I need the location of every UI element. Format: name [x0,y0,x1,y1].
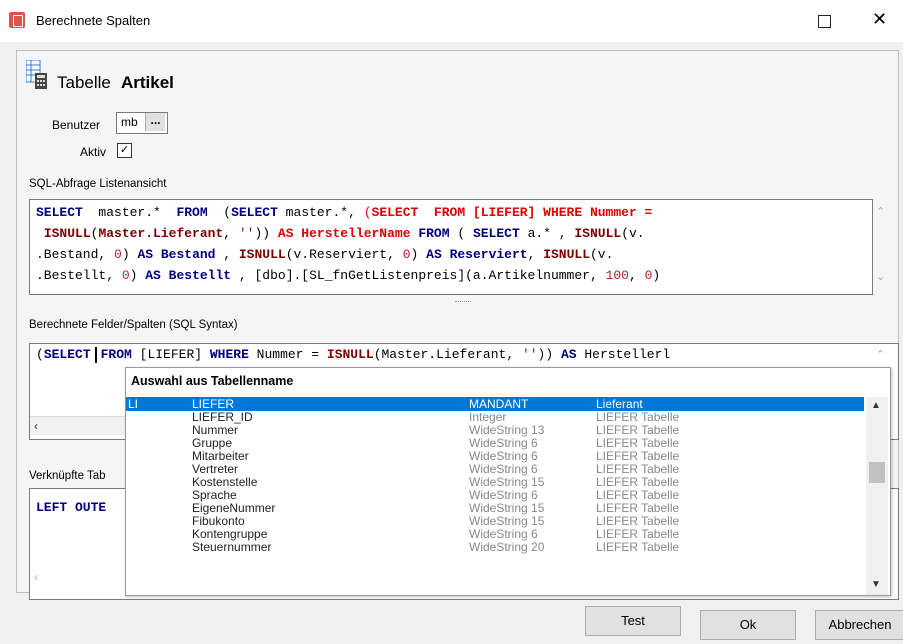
text-caret [94,346,97,363]
aktiv-checkbox[interactable]: ✓ [117,143,132,158]
table-grid-icon [26,60,47,89]
scroll-down-arrow-icon[interactable]: ⌄ [876,270,885,283]
aktiv-label: Aktiv [80,145,107,159]
scroll-left-arrow-icon[interactable]: ‹ [34,419,38,433]
autocomplete-popup: Auswahl aus Tabellenname LI LIEFER MANDANT… [125,367,891,596]
sql-line-4: .Bestellt, 0) AS Bestellt , [dbo].[SL_fn… [36,268,661,283]
sql-line-1: SELECT master.* FROM (SELECT master.*, (… [36,205,653,220]
scroll-up-arrow-icon[interactable]: ⌃ [876,205,885,218]
benutzer-browse-button[interactable]: ... [145,113,165,131]
table-label: Tabelle [57,73,111,92]
window-title: Berechnete Spalten [36,13,151,28]
app-icon [9,12,25,28]
popup-title: Auswahl aus Tabellenname [131,374,294,388]
cancel-button[interactable]: Abbrechen [815,610,903,640]
maximize-icon[interactable] [818,15,831,28]
benutzer-label: Benutzer [52,118,101,132]
scrollbar-thumb[interactable] [869,462,885,483]
fields-hscrollbar[interactable]: ‹ [30,416,126,435]
benutzer-value: mb [121,115,138,129]
popup-list: LI LIEFER MANDANT Lieferant LIEFER_ID Intege… [126,397,864,595]
sql-list-editor[interactable]: SELECT master.* FROM (SELECT master.*, (… [29,199,873,295]
close-icon[interactable]: ✕ [872,9,887,30]
sql-list-label: SQL-Abfrage Listenansicht [29,178,167,190]
table-name: Artikel [121,73,174,92]
sql-line-3: .Bestand, 0) AS Bestand , ISNULL(v.Reser… [36,247,614,262]
joined-tables-label: Verknüpfte Tab [29,470,106,482]
ok-button[interactable]: Ok [700,610,796,640]
splitter-handle[interactable] [455,301,471,305]
list-item[interactable]: LI LIEFER MANDANT Lieferant [126,397,864,411]
sql-fields-label: Berechnete Felder/Spalten (SQL Syntax) [29,319,238,331]
list-item[interactable]: Steuernummer WideString 20 LIEFER Tabelle [126,541,864,554]
scroll-up-arrow-icon[interactable]: ▲ [871,400,881,411]
popup-scrollbar[interactable]: ▲ ▼ [866,397,888,595]
sql-fields-line: (SELECT FROM [LIEFER] WHERE Nummer = ISNU… [36,346,671,363]
fields-scroll-up-icon[interactable]: ⌃ [876,348,885,361]
scroll-left-arrow-icon[interactable]: ‹ [34,570,38,584]
test-button[interactable]: Test [585,606,681,636]
sql-line-2: ISNULL(Master.Lieferant, '')) AS Herstel… [43,226,645,241]
joined-hscrollbar[interactable]: ‹ [30,568,126,586]
scroll-down-arrow-icon[interactable]: ▼ [871,579,881,590]
